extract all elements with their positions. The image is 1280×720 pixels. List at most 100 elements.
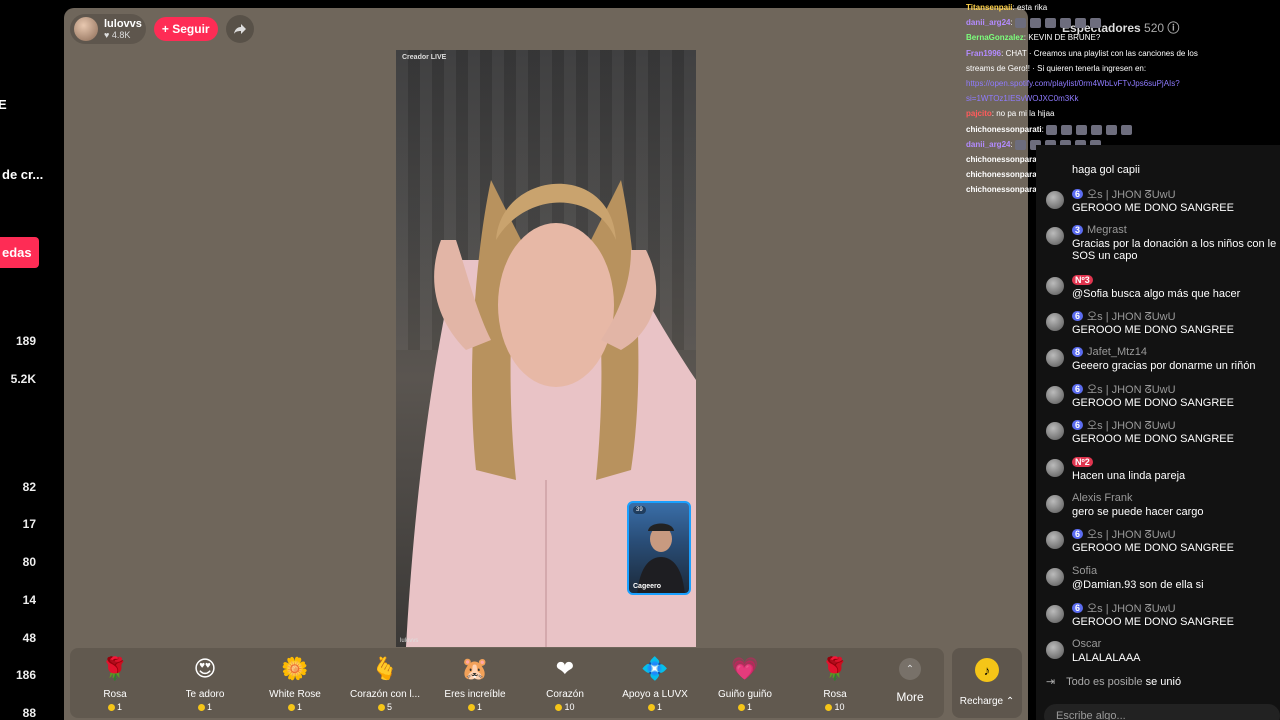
- host-likes: ♥ 4.8K: [104, 30, 131, 40]
- level-badge: Nº3: [1072, 275, 1093, 285]
- share-button[interactable]: [225, 15, 254, 43]
- gift-item[interactable]: 🌹 Rosa 10: [790, 648, 880, 718]
- chat-message[interactable]: 6 오s | JHON ᘔUwU GEROOO ME DONO SANGREE: [1044, 527, 1280, 556]
- avatar[interactable]: [1046, 277, 1064, 295]
- gift-icon: 💗: [731, 656, 759, 681]
- live-page: E de cr... edas 189 5.2K 82 17 80 14 48 …: [0, 0, 1280, 720]
- chat-message[interactable]: 6 오s | JHON ᘔUwU GEROOO ME DONO SANGREE: [1044, 187, 1280, 216]
- sidebar-count: 82: [22, 480, 36, 494]
- avatar[interactable]: [1046, 313, 1064, 331]
- chat-username[interactable]: Megrast: [1087, 224, 1127, 236]
- avatar[interactable]: [1046, 605, 1064, 623]
- chat-message[interactable]: 6 오s | JHON ᘔUwU GEROOO ME DONO SANGREE: [1044, 309, 1280, 338]
- chat-username[interactable]: 오s | JHON ᘔUwU: [1087, 186, 1176, 202]
- chat-message[interactable]: Nº3 @Sofia busca algo más que hacer: [1044, 273, 1280, 302]
- chat-username[interactable]: 오s | JHON ᘔUwU: [1087, 417, 1176, 433]
- overlay-chat-text: : KEVIN DE BRUNE?: [1023, 33, 1101, 43]
- chat-message[interactable]: Oscar LALALALAAA: [1044, 637, 1280, 666]
- host-info[interactable]: lulovvs ♥ 4.8K: [70, 14, 146, 44]
- gift-item[interactable]: 💠 Apoyo a LUVX 1: [610, 648, 700, 718]
- gift-price: 1: [197, 702, 212, 712]
- coin-icon: [377, 703, 385, 711]
- gift-item[interactable]: 🫰 Corazón con l... 5: [340, 648, 430, 718]
- chat-username[interactable]: 오s | JHON ᘔUwU: [1087, 308, 1176, 324]
- gift-price-value: 1: [206, 702, 212, 712]
- chat-username[interactable]: 오s | JHON ᘔUwU: [1087, 600, 1176, 616]
- chat-username[interactable]: 오s | JHON ᘔUwU: [1087, 526, 1176, 542]
- gift-item[interactable]: 💗 Guiño guiño 1: [700, 648, 790, 718]
- chevron-up-icon: ⌃: [899, 658, 921, 680]
- chat-text: Geeero gracias por donarme un riñón: [1072, 360, 1256, 372]
- chat-username[interactable]: Sofia: [1072, 565, 1097, 577]
- chat-username[interactable]: Alexis Frank: [1072, 492, 1133, 504]
- gift-price: 1: [647, 702, 662, 712]
- overlay-chat-line: danii_arg24:: [966, 15, 1280, 30]
- more-gifts-button[interactable]: ⌃ More: [880, 648, 940, 718]
- chat-username[interactable]: 오s | JHON ᘔUwU: [1087, 381, 1176, 397]
- chat-message[interactable]: 8 Jafet_Mtz14 Geeero gracias por donarme u…: [1044, 345, 1280, 374]
- coin-icon: ♪: [975, 658, 999, 682]
- gift-price-value: 1: [656, 702, 662, 712]
- gift-name: Te adoro: [185, 689, 225, 700]
- avatar[interactable]: [1046, 191, 1064, 209]
- gift-price: 10: [555, 702, 575, 712]
- avatar[interactable]: [1046, 227, 1064, 245]
- chat-header: 8 Jafet_Mtz14: [1072, 345, 1280, 359]
- chat-message[interactable]: Alexis Frank gero se puede hacer cargo: [1044, 491, 1280, 520]
- chat-text: GEROOO ME DONO SANGREE: [1072, 324, 1234, 336]
- avatar[interactable]: [1046, 422, 1064, 440]
- guest-video[interactable]: 39 Cageero: [627, 501, 691, 595]
- gift-item[interactable]: 🐹 Eres increíble 1: [430, 648, 520, 718]
- gift-icon: 💠: [641, 656, 669, 681]
- chat-message[interactable]: 6 오s | JHON ᘔUwU GEROOO ME DONO SANGREE: [1044, 382, 1280, 411]
- host-name[interactable]: lulovvs: [104, 18, 142, 30]
- gift-price: 10: [825, 702, 845, 712]
- chat-input[interactable]: Escribe algo...: [1044, 704, 1280, 720]
- avatar[interactable]: [1046, 641, 1064, 659]
- overlay-chat-text: streams de Gero!! · Si quieren tenerla i…: [966, 63, 1147, 73]
- sidebar-pill-button[interactable]: edas: [0, 237, 39, 268]
- chat-message[interactable]: Sofia @Damian.93 son de ella si: [1044, 564, 1280, 593]
- guest-figure: [637, 523, 685, 593]
- recharge-button[interactable]: ♪ Recharge ⌃: [952, 648, 1022, 718]
- overlay-chat-line: Fran1996: CHAT · Creamos una playlist co…: [966, 46, 1280, 61]
- sidebar-text: E: [0, 97, 7, 112]
- avatar[interactable]: [1046, 568, 1064, 586]
- sidebar-count: 186: [15, 668, 36, 682]
- gift-name: Eres increíble: [444, 689, 506, 700]
- chat-message[interactable]: 6 오s | JHON ᘔUwU GEROOO ME DONO SANGREE: [1044, 601, 1280, 630]
- avatar[interactable]: [1046, 531, 1064, 549]
- chat-message[interactable]: 6 오s | JHON ᘔUwU GEROOO ME DONO SANGREE: [1044, 418, 1280, 447]
- gift-item[interactable]: 😍 Te adoro 1: [160, 648, 250, 718]
- gift-item[interactable]: 🌼 White Rose 1: [250, 648, 340, 718]
- chat-text: GEROOO ME DONO SANGREE: [1072, 202, 1234, 214]
- emote-icon: [1076, 124, 1088, 135]
- gift-item[interactable]: 🌹 Rosa 1: [70, 648, 160, 718]
- host-avatar[interactable]: [74, 17, 98, 41]
- coin-icon: [467, 703, 475, 711]
- avatar[interactable]: [1046, 349, 1064, 367]
- chat-message[interactable]: 3 Megrast Gracias por la donación a los ni…: [1044, 223, 1280, 252]
- avatar[interactable]: [1046, 386, 1064, 404]
- chat-username[interactable]: Jafet_Mtz14: [1087, 346, 1147, 358]
- emote-icon: [1121, 124, 1133, 135]
- gift-price-value: 1: [116, 702, 122, 712]
- chat-message[interactable]: SOS un capo: [1044, 249, 1280, 264]
- sidebar-pill-label: edas: [2, 245, 32, 260]
- chat-username[interactable]: Oscar: [1072, 638, 1101, 650]
- avatar[interactable]: [1046, 495, 1064, 513]
- chat-text: LALALALAAA: [1072, 652, 1141, 664]
- follow-button[interactable]: + Seguir: [153, 17, 218, 41]
- sidebar-text[interactable]: de cr...: [2, 167, 43, 182]
- join-text: se unió: [1145, 676, 1182, 688]
- join-icon: ⇥: [1046, 676, 1056, 688]
- gift-item[interactable]: ❤ Corazón 10: [520, 648, 610, 718]
- left-sidebar: E de cr... edas 189 5.2K 82 17 80 14 48 …: [0, 0, 64, 720]
- avatar[interactable]: [1046, 459, 1064, 477]
- chat-text: Hacen una linda pareja: [1072, 470, 1186, 482]
- chat-message[interactable]: haga gol capii: [1044, 163, 1280, 178]
- chat-panel: haga gol capii 6 오s | JHON ᘔUwU GEROOO ME D…: [1036, 145, 1280, 720]
- chat-message[interactable]: Nº2 Hacen una linda pareja: [1044, 455, 1280, 484]
- level-badge: 6: [1072, 189, 1084, 199]
- gift-name: Corazón: [546, 689, 584, 700]
